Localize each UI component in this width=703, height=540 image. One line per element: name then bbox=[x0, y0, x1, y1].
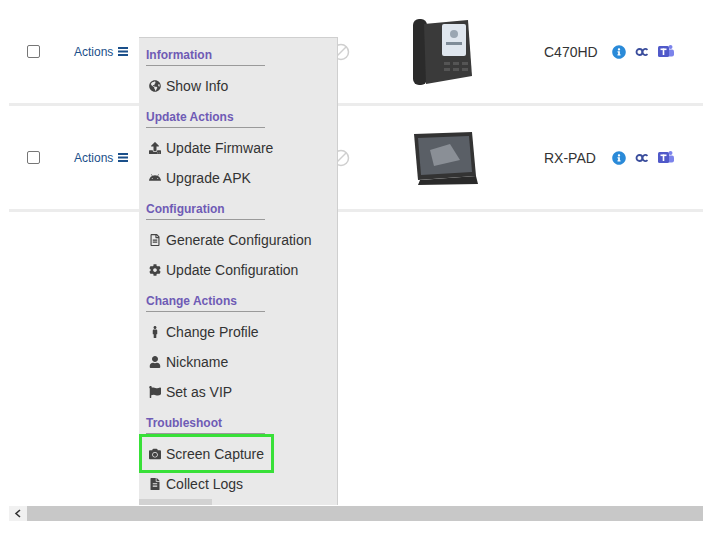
actions-button[interactable]: Actions bbox=[74, 45, 128, 59]
actions-menu: Information Show InfoUpdate Actions Update… bbox=[139, 37, 338, 505]
ac-button[interactable] bbox=[635, 153, 649, 163]
info-button[interactable] bbox=[612, 45, 626, 59]
hamburger-icon bbox=[118, 153, 128, 162]
row-checkbox[interactable] bbox=[27, 151, 40, 164]
teams-button[interactable] bbox=[658, 44, 674, 59]
device-model: C470HD bbox=[544, 44, 612, 60]
hamburger-icon bbox=[118, 47, 128, 56]
device-model: RX-PAD bbox=[544, 150, 612, 166]
row-checkbox[interactable] bbox=[27, 45, 40, 58]
menu-item[interactable]: Show Info bbox=[139, 71, 337, 101]
device-list-page: Actions C470HD Actions RX-PAD Information Sho… bbox=[0, 0, 703, 540]
info-button[interactable] bbox=[612, 151, 626, 165]
menu-item[interactable]: Generate Configuration bbox=[139, 225, 337, 255]
horizontal-scrollbar[interactable] bbox=[9, 506, 703, 521]
device-image bbox=[402, 16, 544, 88]
menu-item[interactable]: Set as VIP bbox=[139, 377, 337, 407]
info-icon bbox=[612, 45, 626, 59]
file-icon bbox=[149, 234, 161, 246]
menu-item[interactable]: Upgrade APK bbox=[139, 163, 337, 193]
info-icon bbox=[612, 151, 626, 165]
menu-section-header: Change Actions bbox=[146, 285, 265, 312]
menu-overflow bbox=[139, 499, 212, 505]
menu-item[interactable]: Collect Logs bbox=[139, 469, 337, 499]
teams-button[interactable] bbox=[658, 150, 674, 165]
menu-item[interactable]: Update Configuration bbox=[139, 255, 337, 285]
teams-logo-icon bbox=[658, 150, 674, 165]
upload-icon bbox=[149, 142, 161, 154]
camera-icon bbox=[149, 448, 161, 460]
menu-section-header: Information bbox=[146, 39, 265, 66]
menu-item[interactable]: Screen Capture bbox=[139, 439, 337, 469]
gear-icon bbox=[149, 264, 161, 276]
menu-item[interactable]: Nickname bbox=[139, 347, 337, 377]
flag-icon bbox=[149, 386, 161, 398]
scroll-thumb[interactable] bbox=[27, 506, 703, 521]
device-row: Actions C470HD bbox=[9, 0, 703, 106]
user-icon bbox=[149, 356, 161, 368]
ac-button[interactable] bbox=[635, 47, 649, 57]
file-icon bbox=[149, 478, 161, 490]
person-icon bbox=[149, 326, 161, 338]
menu-section-header: Troubleshoot bbox=[146, 407, 265, 434]
ac-logo-icon bbox=[635, 47, 649, 57]
scroll-left-button[interactable] bbox=[9, 506, 27, 521]
android-icon bbox=[149, 172, 161, 184]
menu-item[interactable]: Change Profile bbox=[139, 317, 337, 347]
menu-section-header: Update Actions bbox=[146, 101, 265, 128]
teams-logo-icon bbox=[658, 44, 674, 59]
globe-icon bbox=[149, 80, 161, 92]
menu-item[interactable]: Update Firmware bbox=[139, 133, 337, 163]
menu-section-header: Configuration bbox=[146, 193, 265, 220]
ac-logo-icon bbox=[635, 153, 649, 163]
chevron-left-icon bbox=[14, 509, 22, 518]
device-row: Actions RX-PAD bbox=[9, 106, 703, 212]
device-table: Actions C470HD Actions RX-PAD bbox=[0, 0, 703, 506]
device-image bbox=[402, 130, 544, 186]
actions-button[interactable]: Actions bbox=[74, 151, 128, 165]
tablet-picture bbox=[410, 130, 480, 186]
desk-phone-picture bbox=[410, 16, 474, 88]
